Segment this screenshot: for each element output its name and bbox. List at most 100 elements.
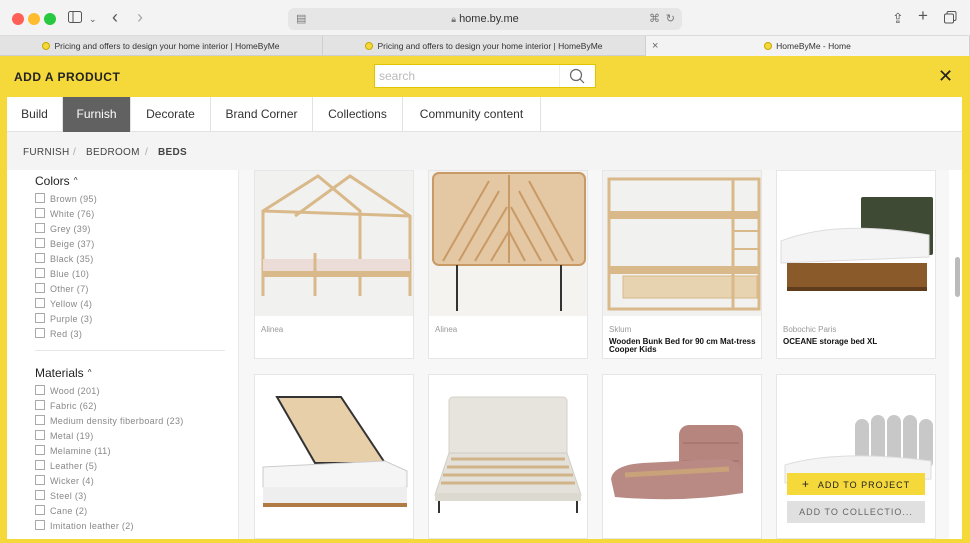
browser-tab[interactable]: Pricing and offers to design your home i… <box>323 36 646 56</box>
share-icon[interactable]: ⇪ <box>892 10 904 26</box>
product-card[interactable] <box>254 374 414 539</box>
tab-overview-icon[interactable] <box>944 11 957 24</box>
scrollbar-thumb[interactable] <box>955 257 960 297</box>
product-card[interactable] <box>602 374 762 539</box>
pink-bed-icon <box>603 375 761 538</box>
filter-option-label: Metal (19) <box>50 431 94 441</box>
checkbox[interactable] <box>35 208 45 218</box>
address-bar[interactable]: ▤ 🔒︎ home.by.me ⌘ ↻ <box>288 8 682 30</box>
checkbox[interactable] <box>35 268 45 278</box>
filter-option[interactable]: Red (3) <box>35 328 82 341</box>
checkbox[interactable] <box>35 298 45 308</box>
tab-collections[interactable]: Collections <box>313 97 403 132</box>
page-icon: ▤ <box>296 13 307 25</box>
breadcrumb-separator: / <box>73 147 77 158</box>
filter-option[interactable]: Steel (3) <box>35 490 87 503</box>
checkbox[interactable] <box>35 238 45 248</box>
checkbox[interactable] <box>35 385 45 395</box>
filter-option[interactable]: Medium density fiberboard (23) <box>35 415 184 428</box>
filter-option[interactable]: Yellow (4) <box>35 298 92 311</box>
checkbox[interactable] <box>35 520 45 530</box>
filter-option[interactable]: Brown (95) <box>35 193 97 206</box>
filter-option[interactable]: Other (7) <box>35 283 89 296</box>
filter-option-label: Grey (39) <box>50 224 91 234</box>
checkbox[interactable] <box>35 445 45 455</box>
tab-brand-corner[interactable]: Brand Corner <box>211 97 313 132</box>
homebyme-favicon-icon <box>365 42 374 50</box>
filter-option[interactable]: White (76) <box>35 208 95 221</box>
breadcrumb-bedroom[interactable]: BEDROOM <box>86 147 140 158</box>
filter-option[interactable]: Fabric (62) <box>35 400 97 413</box>
reload-icon[interactable]: ↻ <box>666 8 675 30</box>
filter-option[interactable]: Grey (39) <box>35 223 91 236</box>
breadcrumb-furnish[interactable]: FURNISH <box>23 147 70 158</box>
product-card[interactable]: Sklum Wooden Bunk Bed for 90 cm Mat-tres… <box>602 170 762 359</box>
filter-option-label: Cane (2) <box>50 506 88 516</box>
checkbox[interactable] <box>35 475 45 485</box>
browser-tab-active[interactable]: × HomeByMe - Home <box>646 36 970 56</box>
checkbox[interactable] <box>35 415 45 425</box>
checkbox[interactable] <box>35 490 45 500</box>
close-icon[interactable]: ✕ <box>938 67 953 85</box>
filter-option[interactable]: Cane (2) <box>35 505 87 518</box>
chevron-up-icon: ^ <box>73 176 78 185</box>
add-to-project-button[interactable]: + ADD TO PROJECT <box>787 473 925 495</box>
materials-filter-toggle[interactable]: Materials ^ <box>35 366 91 380</box>
product-name: Wooden Bunk Bed for 90 cm Mat-tress Coop… <box>609 337 756 354</box>
filter-option[interactable]: Black (35) <box>35 253 94 266</box>
filter-option[interactable]: Purple (3) <box>35 313 93 326</box>
filter-option[interactable]: Wicker (4) <box>35 475 94 488</box>
breadcrumb: FURNISH / BEDROOM / BEDS <box>7 132 962 170</box>
checkbox[interactable] <box>35 328 45 338</box>
zoom-window-button[interactable] <box>44 13 56 25</box>
tab-community-content[interactable]: Community content <box>403 97 541 132</box>
minimize-window-button[interactable] <box>28 13 40 25</box>
tab-build[interactable]: Build <box>7 97 63 132</box>
close-tab-icon[interactable]: × <box>652 36 658 56</box>
checkbox[interactable] <box>35 460 45 470</box>
colors-filter-toggle[interactable]: Colors ^ <box>35 174 77 188</box>
search-input[interactable] <box>379 67 559 85</box>
url-text: home.by.me <box>459 13 519 25</box>
product-grid: Alinea Alinea Sklum Wooden Bunk Bed for … <box>239 170 949 539</box>
checkbox[interactable] <box>35 400 45 410</box>
checkbox[interactable] <box>35 253 45 263</box>
breadcrumb-beds: BEDS <box>158 147 187 158</box>
product-card[interactable]: Alinea <box>254 170 414 359</box>
search-box <box>374 64 596 88</box>
filter-option-label: Steel (3) <box>50 491 87 501</box>
forward-icon[interactable]: › <box>137 8 143 26</box>
tab-furnish[interactable]: Furnish <box>63 97 131 132</box>
filter-option[interactable]: Blue (10) <box>35 268 89 281</box>
filter-option[interactable]: Leather (5) <box>35 460 97 473</box>
tab-decorate[interactable]: Decorate <box>131 97 211 132</box>
translate-icon[interactable]: ⌘ <box>649 8 660 30</box>
checkbox[interactable] <box>35 430 45 440</box>
filter-option[interactable]: Melamine (11) <box>35 445 111 458</box>
checkbox[interactable] <box>35 283 45 293</box>
filter-option[interactable]: Imitation leather (2) <box>35 520 134 533</box>
chevron-down-icon[interactable]: ⌄ <box>89 11 97 27</box>
sidebar-toggle-icon[interactable] <box>68 11 82 23</box>
product-card[interactable]: Bobochic Paris OCEANE storage bed XL <box>776 170 936 359</box>
search-button[interactable] <box>559 65 595 87</box>
house-bed-icon <box>255 171 413 316</box>
browser-tab[interactable]: Pricing and offers to design your home i… <box>0 36 323 56</box>
product-card[interactable]: Alinea <box>428 170 588 359</box>
checkbox[interactable] <box>35 505 45 515</box>
product-card[interactable] <box>428 374 588 539</box>
checkbox[interactable] <box>35 223 45 233</box>
tab-title: Pricing and offers to design your home i… <box>54 41 280 51</box>
product-card-hovered[interactable]: + ADD TO PROJECT ADD TO COLLECTIO... <box>776 374 936 539</box>
filter-option-label: Black (35) <box>50 254 94 264</box>
add-to-collection-button[interactable]: ADD TO COLLECTIO... <box>787 501 925 523</box>
filter-option[interactable]: Beige (37) <box>35 238 95 251</box>
checkbox[interactable] <box>35 313 45 323</box>
colors-filter-title: Colors <box>35 174 70 188</box>
checkbox[interactable] <box>35 193 45 203</box>
new-tab-icon[interactable]: + <box>918 7 928 24</box>
close-window-button[interactable] <box>12 13 24 25</box>
filter-option[interactable]: Wood (201) <box>35 385 100 398</box>
filter-option[interactable]: Metal (19) <box>35 430 94 443</box>
back-icon[interactable]: ‹ <box>112 8 118 26</box>
